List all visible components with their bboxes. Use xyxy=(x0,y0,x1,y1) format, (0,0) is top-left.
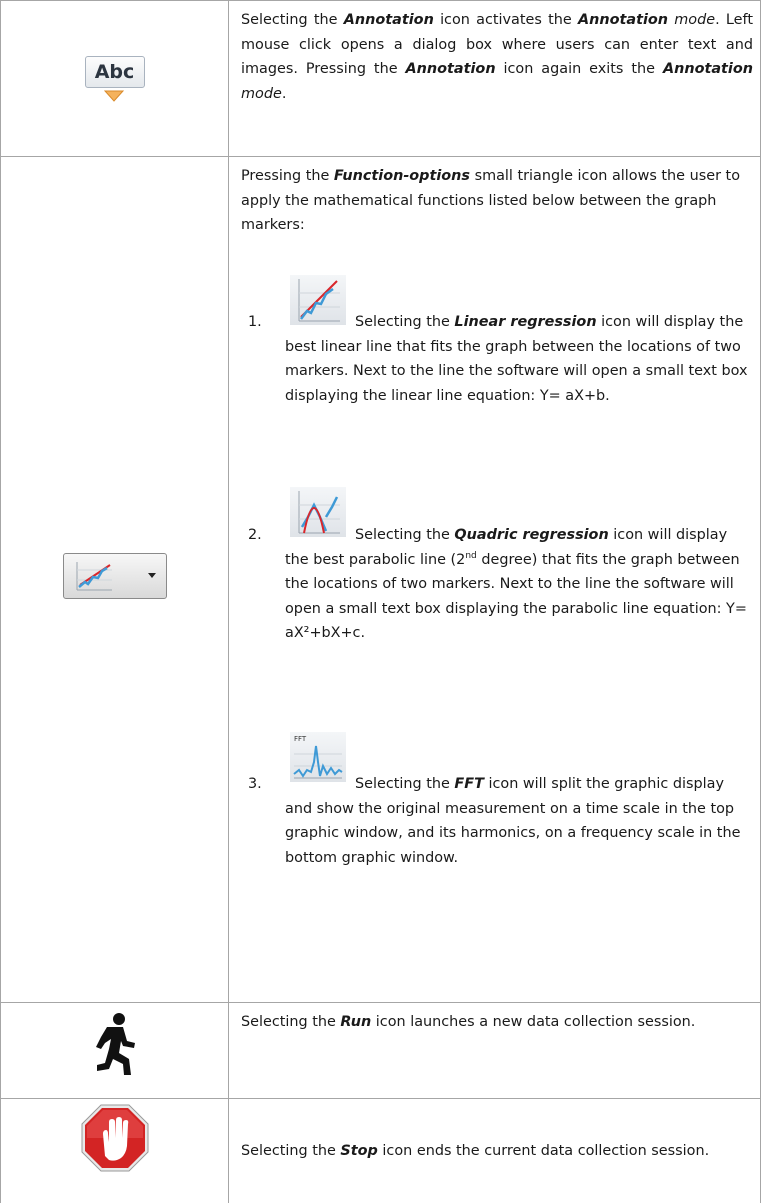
table-column-divider xyxy=(228,0,229,1203)
annotation-abc-icon[interactable]: Abc xyxy=(83,55,147,102)
annotation-icon-cell: Abc xyxy=(1,1,228,156)
fft-description: Selecting the FFT icon will split the gr… xyxy=(285,776,741,866)
svg-text:FFT: FFT xyxy=(294,735,307,743)
annotation-icon-label: Abc xyxy=(94,60,135,83)
list-item-quadric-regression: 2. Selecting the Quadric regression icon… xyxy=(241,487,753,707)
function-options-icon[interactable] xyxy=(62,552,167,599)
run-icon[interactable] xyxy=(93,1013,137,1077)
quadric-regression-description: Selecting the Quadric regression icon wi… xyxy=(285,527,747,642)
linear-regression-description: Selecting the Linear regression icon wil… xyxy=(285,314,748,404)
stop-icon-cell xyxy=(1,1099,228,1203)
run-icon-cell xyxy=(1,1003,228,1098)
function-options-intro: Pressing the Function-options small tria… xyxy=(241,168,741,234)
list-item-fft: FFT 3. Selecting the FFT icon will split… xyxy=(241,732,753,982)
list-item-linear-regression: 1. Selecting the Linear regression icon … xyxy=(241,275,753,465)
function-options-icon-cell xyxy=(1,157,228,1002)
chevron-down-icon xyxy=(147,572,156,578)
annotation-description: Selecting the Annotation icon activates … xyxy=(241,12,753,102)
stop-description: Selecting the Stop icon ends the current… xyxy=(241,1143,710,1159)
stop-icon[interactable] xyxy=(81,1104,149,1172)
run-description: Selecting the Run icon launches a new da… xyxy=(241,1014,696,1030)
